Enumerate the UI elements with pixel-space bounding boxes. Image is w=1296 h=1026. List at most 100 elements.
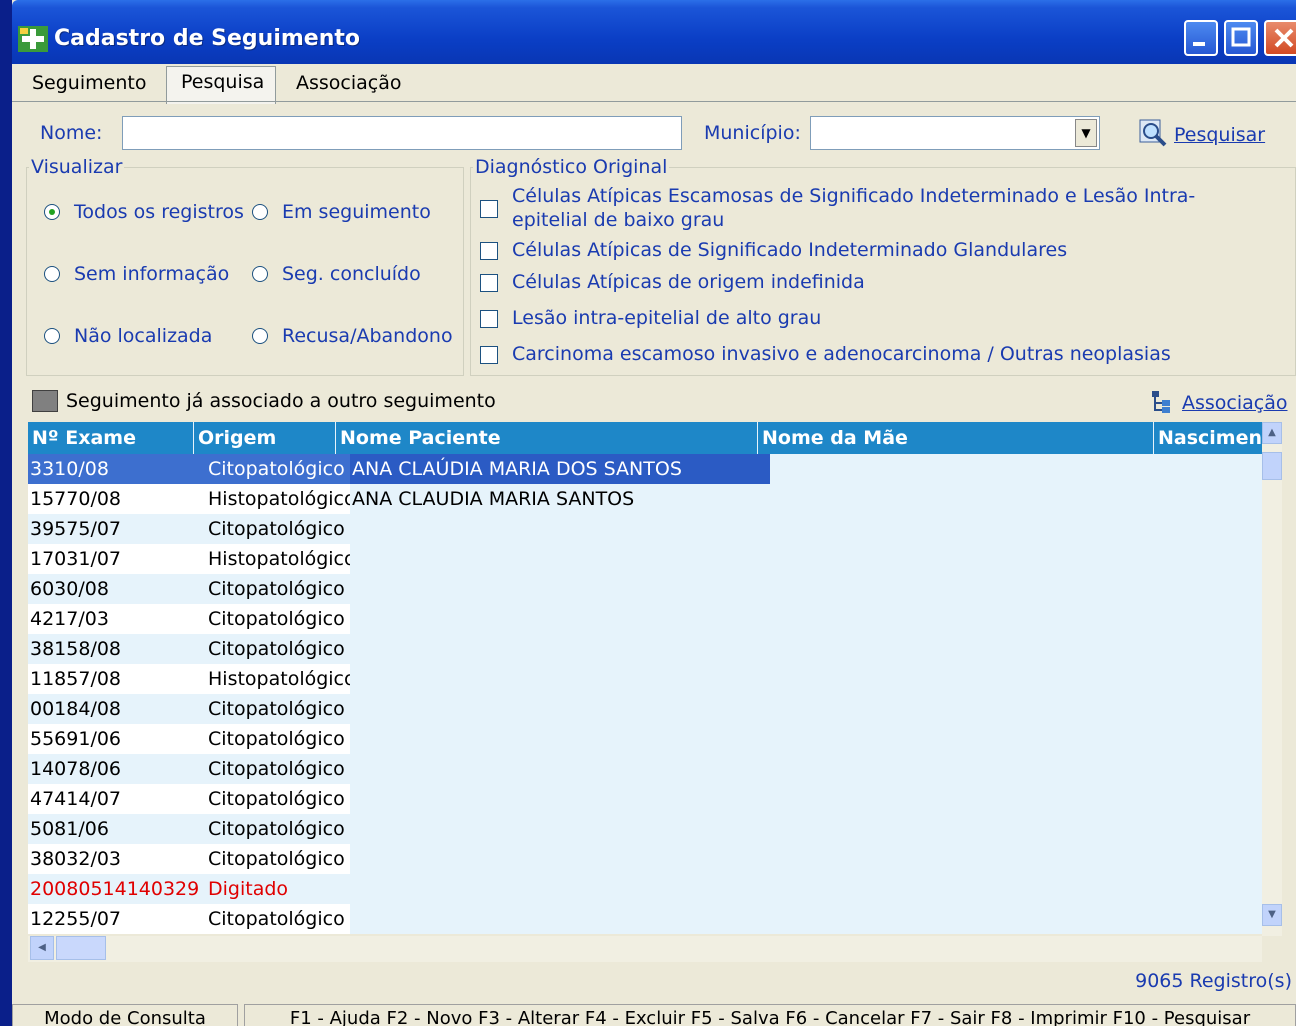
associated-color-swatch (32, 390, 58, 412)
scroll-up-icon[interactable]: ▲ (1262, 422, 1282, 444)
table-row[interactable]: 55691/06 Citopatológico (28, 724, 1260, 754)
table-row[interactable]: 38158/08 Citopatológico (28, 634, 1260, 664)
cell-origem: Citopatológico (206, 814, 350, 844)
checkbox (480, 200, 498, 218)
municipio-select[interactable]: ▼ (810, 116, 1100, 150)
radio-dot (44, 266, 60, 282)
minimize-button[interactable] (1184, 20, 1218, 56)
cell-exame: 5081/06 (28, 814, 206, 844)
table-row[interactable]: 4217/03 Citopatológico (28, 604, 1260, 634)
cell-origem: Histopatológico (206, 664, 350, 694)
check-hsil[interactable]: Lesão intra-epitelial de alto grau (480, 306, 1270, 330)
cell-paciente (350, 664, 770, 694)
table-row[interactable]: 47414/07 Citopatológico (28, 784, 1260, 814)
table-row[interactable]: 3310/08 Citopatológico ANA CLAÚDIA MARIA D… (28, 454, 1260, 484)
association-link[interactable]: Associação (1182, 392, 1288, 414)
radio-em-seguimento[interactable]: Em seguimento (252, 200, 431, 224)
table-row[interactable]: 6030/08 Citopatológico (28, 574, 1260, 604)
cell-exame: 20080514140329 (28, 874, 206, 904)
scroll-down-icon[interactable]: ▼ (1262, 904, 1282, 926)
scroll-left-icon[interactable]: ◀ (30, 936, 54, 960)
cell-exame: 55691/06 (28, 724, 206, 754)
name-input[interactable] (122, 116, 682, 150)
search-button[interactable]: Pesquisar (1174, 124, 1265, 146)
radio-nao-localizada[interactable]: Não localizada (44, 324, 212, 348)
cell-paciente (350, 694, 770, 724)
minimize-icon (1193, 42, 1205, 46)
radio-sem-informacao[interactable]: Sem informação (44, 262, 229, 286)
cell-paciente: ANA CLAUDIA MARIA SANTOS (352, 488, 635, 510)
tab-seguimento[interactable]: Seguimento (18, 68, 160, 102)
check-agus[interactable]: Células Atípicas de Significado Indeterm… (480, 238, 1270, 262)
cell-paciente (350, 904, 770, 934)
cell-paciente (350, 544, 770, 574)
cell-origem: Citopatológico (206, 514, 350, 544)
radio-dot (44, 328, 60, 344)
cell-exame: 4217/03 (28, 604, 206, 634)
radio-todos-registros[interactable]: Todos os registros (44, 200, 244, 224)
cell-paciente (350, 874, 770, 904)
column-header-origem[interactable]: Origem (194, 422, 336, 454)
scroll-thumb[interactable] (1262, 452, 1282, 480)
table-row[interactable]: 00184/08 Citopatológico (28, 694, 1260, 724)
check-carcinoma[interactable]: Carcinoma escamoso invasivo e adenocarci… (480, 342, 1270, 366)
close-button[interactable] (1264, 20, 1296, 56)
table-row[interactable]: 15770/08 Histopatológico ANA CLAUDIA MARIA… (28, 484, 1260, 514)
cell-exame: 6030/08 (28, 574, 206, 604)
cell-origem: Histopatológico (206, 544, 350, 574)
horizontal-scroll-thumb[interactable] (56, 936, 106, 960)
name-label: Nome: (40, 122, 103, 144)
cell-paciente (350, 514, 770, 544)
status-shortcuts: F1 - Ajuda F2 - Novo F3 - Alterar F4 - E… (244, 1004, 1296, 1026)
table-row[interactable]: 11857/08 Histopatológico (28, 664, 1260, 694)
checkbox (480, 274, 498, 292)
vertical-scrollbar[interactable]: ▲ ▼ (1262, 422, 1282, 936)
table-row[interactable]: 20080514140329 Digitado (28, 874, 1260, 904)
checkbox-label: Carcinoma escamoso invasivo e adenocarci… (512, 343, 1171, 365)
cell-exame: 39575/07 (28, 514, 206, 544)
column-header-exame[interactable]: Nº Exame (28, 422, 194, 454)
radio-label: Em seguimento (282, 201, 431, 223)
table-row[interactable]: 17031/07 Histopatológico (28, 544, 1260, 574)
radio-recusa-abandono[interactable]: Recusa/Abandono (252, 324, 453, 348)
checkbox (480, 346, 498, 364)
cell-paciente (350, 844, 770, 874)
column-header-mae[interactable]: Nome da Mãe (758, 422, 1154, 454)
tab-associacao[interactable]: Associação (282, 68, 416, 102)
table-row[interactable]: 14078/06 Citopatológico (28, 754, 1260, 784)
cell-exame: 00184/08 (28, 694, 206, 724)
horizontal-scrollbar[interactable]: ◀ (28, 936, 1262, 962)
cell-exame: 38032/03 (28, 844, 206, 874)
radio-label: Seg. concluído (282, 263, 421, 285)
cell-paciente (350, 634, 770, 664)
search-icon[interactable] (1138, 118, 1168, 148)
column-header-paciente[interactable]: Nome Paciente (336, 422, 758, 454)
table-row[interactable]: 39575/07 Citopatológico (28, 514, 1260, 544)
cell-paciente (350, 724, 770, 754)
visualizar-legend: Visualizar (31, 156, 123, 178)
status-mode: Modo de Consulta (12, 1004, 238, 1026)
check-origem-indefinida[interactable]: Células Atípicas de origem indefinida (480, 270, 1270, 294)
chevron-down-icon[interactable]: ▼ (1075, 119, 1097, 147)
column-header-nascimento[interactable]: Nascimen (1154, 422, 1264, 454)
cell-paciente (350, 784, 770, 814)
tab-bar: Seguimento Pesquisa Associação (12, 64, 1296, 104)
cell-origem: Citopatológico (206, 754, 350, 784)
cell-exame: 3310/08 (28, 454, 206, 484)
record-count: 9065 Registro(s) (1135, 970, 1292, 992)
radio-dot (44, 204, 60, 220)
check-ascus-lsil[interactable]: Células Atípicas Escamosas de Significad… (480, 184, 1270, 232)
tree-icon[interactable] (1150, 390, 1172, 414)
tab-pesquisa[interactable]: Pesquisa (166, 66, 276, 104)
radio-label: Não localizada (74, 325, 213, 347)
cell-paciente: ANA CLAÚDIA MARIA DOS SANTOS (350, 454, 770, 484)
table-header: Nº Exame Origem Nome Paciente Nome da Mã… (28, 422, 1280, 454)
cell-origem: Digitado (206, 874, 350, 904)
table-row[interactable]: 5081/06 Citopatológico (28, 814, 1260, 844)
title-bar[interactable]: Cadastro de Seguimento (12, 0, 1296, 64)
maximize-button[interactable] (1224, 20, 1258, 56)
table-row[interactable]: 38032/03 Citopatológico (28, 844, 1260, 874)
radio-label: Recusa/Abandono (282, 325, 453, 347)
radio-seg-concluido[interactable]: Seg. concluído (252, 262, 421, 286)
table-row[interactable]: 12255/07 Citopatológico (28, 904, 1260, 934)
